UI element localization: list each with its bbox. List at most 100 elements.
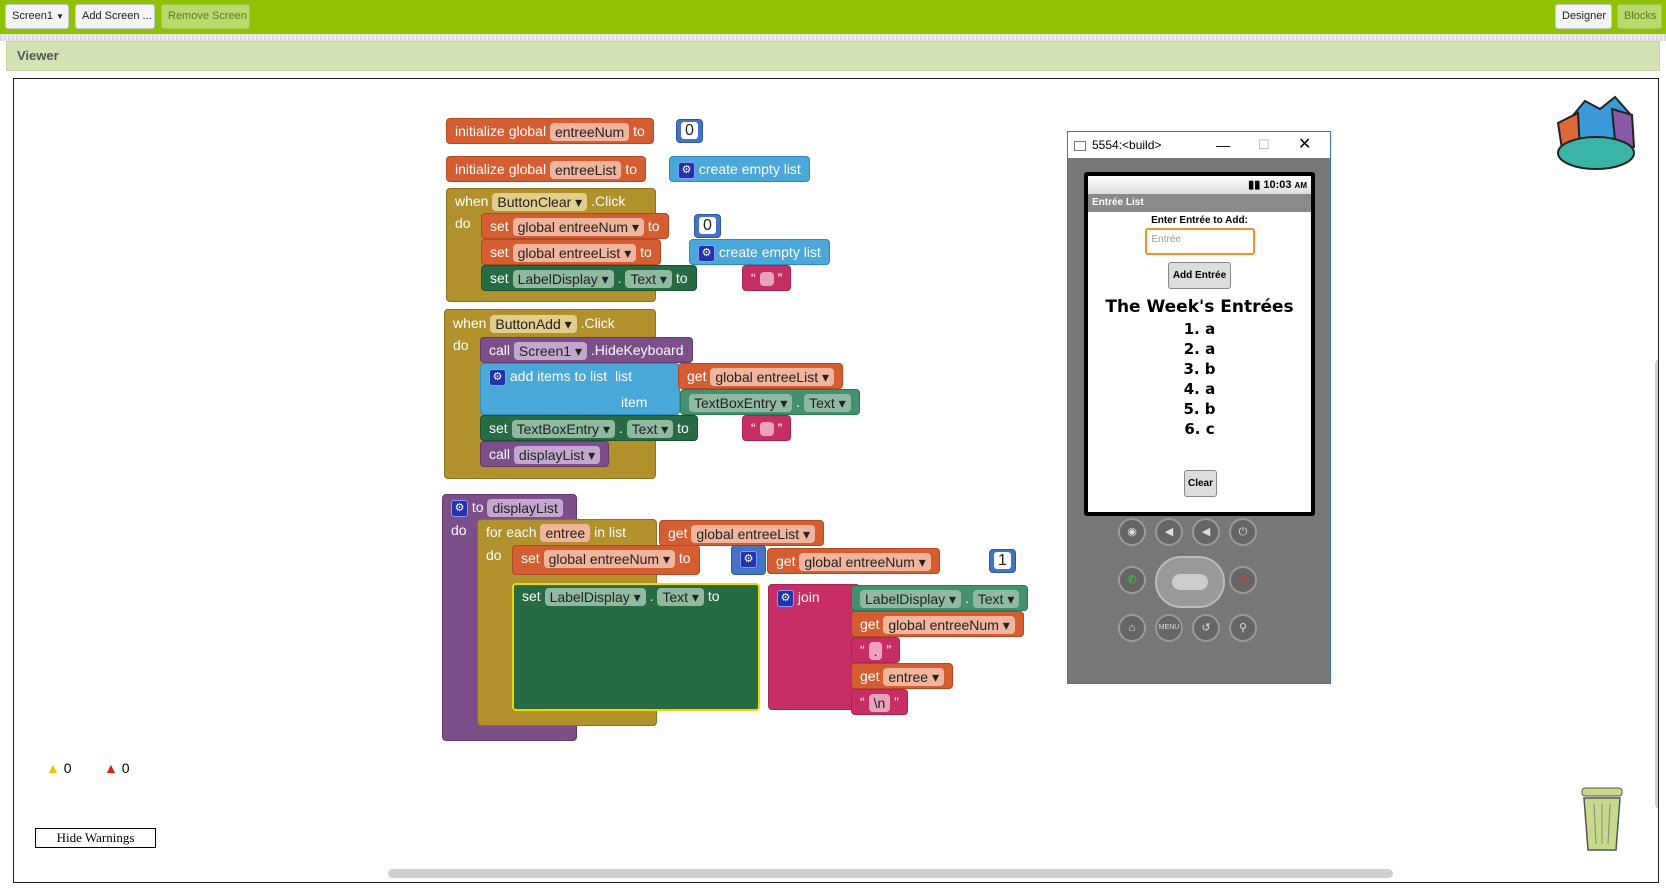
text-field[interactable]: \n <box>868 694 891 713</box>
text-field[interactable]: . <box>868 642 883 661</box>
designer-button[interactable]: Designer <box>1555 4 1612 29</box>
set-global-entreenum-block[interactable]: set global entreeNum ▾ to <box>512 545 700 575</box>
property-dropdown[interactable]: Text ▾ <box>657 588 704 607</box>
variable-dropdown[interactable]: global entreeList ▾ <box>691 525 816 544</box>
property-dropdown[interactable]: Text ▾ <box>804 394 851 413</box>
dot-text-block[interactable]: “ . ” <box>851 637 901 663</box>
property-dropdown[interactable]: Text ▾ <box>972 590 1020 609</box>
back-icon[interactable]: ↺ <box>1192 614 1220 642</box>
component-dropdown[interactable]: LabelDisplay ▾ <box>860 590 962 609</box>
init-global-entreenum-block[interactable]: initialize global entreeNum to <box>446 118 654 144</box>
search-icon[interactable]: ⚲ <box>1229 614 1257 642</box>
call-displaylist-block[interactable]: call displayList ▾ <box>480 441 610 467</box>
gear-icon[interactable]: ⚙ <box>451 499 468 517</box>
get-global-entreelist-block[interactable]: get global entreeList ▾ <box>659 520 825 546</box>
procedure-name-field[interactable]: displayList <box>487 499 563 518</box>
dpad-center[interactable] <box>1172 574 1208 590</box>
join-block[interactable]: ⚙ join <box>768 584 860 710</box>
list-heading: The Week's Entrées <box>1105 297 1294 317</box>
set-labeldisplay-text-block[interactable]: set LabelDisplay ▾ . Text ▾ to <box>481 265 697 291</box>
labeldisplay-text-getter-block[interactable]: LabelDisplay ▾ . Text ▾ <box>851 585 1029 611</box>
blocks-workspace[interactable]: initialize global entreeNum to 0 initial… <box>13 78 1659 883</box>
remove-screen-button[interactable]: Remove Screen <box>161 4 250 29</box>
backpack-icon[interactable] <box>1550 89 1642 175</box>
dpad[interactable] <box>1155 556 1225 608</box>
hide-warnings-button[interactable]: Hide Warnings <box>35 828 156 848</box>
entree-list-item: 6. c <box>1184 420 1215 438</box>
blocks-button[interactable]: Blocks <box>1617 4 1662 29</box>
textboxentry-text-getter-block[interactable]: TextBoxEntry ▾ . Text ▾ <box>680 389 860 415</box>
init-global-entreelist-block[interactable]: initialize global entreeList to <box>446 156 647 182</box>
get-global-entreenum-block[interactable]: get global entreeNum ▾ <box>851 611 1024 637</box>
variable-dropdown[interactable]: global entreeNum ▾ <box>799 553 931 572</box>
gear-icon[interactable]: ⚙ <box>698 244 715 262</box>
number-field[interactable]: 1 <box>994 552 1011 570</box>
get-global-entreelist-block[interactable]: get global entreeList ▾ <box>678 363 844 389</box>
variable-dropdown[interactable]: global entreeNum ▾ <box>543 550 676 569</box>
gear-icon[interactable]: ⚙ <box>678 161 695 179</box>
gear-icon[interactable]: ⚙ <box>740 550 757 568</box>
number-block[interactable]: 0 <box>694 214 721 238</box>
number-block[interactable]: 0 <box>676 119 703 143</box>
component-dropdown[interactable]: TextBoxEntry ▾ <box>689 394 793 413</box>
call-icon[interactable]: ✆ <box>1118 566 1146 594</box>
math-add-block[interactable]: ⚙ <box>731 545 766 575</box>
property-dropdown[interactable]: Text ▾ <box>626 420 674 439</box>
empty-text-block[interactable]: “ ” <box>742 265 792 291</box>
get-entree-block[interactable]: get entree ▾ <box>851 663 953 689</box>
variable-dropdown[interactable]: global entreeNum ▾ <box>883 616 1015 635</box>
component-dropdown[interactable]: LabelDisplay ▾ <box>544 588 646 607</box>
gear-icon[interactable]: ⚙ <box>489 368 506 386</box>
variable-dropdown[interactable]: global entreeList ▾ <box>710 368 835 387</box>
number-block[interactable]: 1 <box>989 549 1016 573</box>
component-dropdown[interactable]: LabelDisplay ▾ <box>512 270 614 289</box>
text-field[interactable] <box>759 272 774 287</box>
close-icon[interactable]: ✕ <box>1298 132 1311 158</box>
property-dropdown[interactable]: Text ▾ <box>625 270 672 289</box>
horizontal-scrollbar[interactable] <box>388 869 1393 878</box>
set-labeldisplay-text-block[interactable]: set LabelDisplay ▾ . Text ▾ to <box>512 583 760 711</box>
variable-dropdown[interactable]: entree ▾ <box>883 668 944 687</box>
empty-text-block[interactable]: “ ” <box>742 415 792 441</box>
newline-text-block[interactable]: “ \n ” <box>851 689 908 715</box>
variable-name-field[interactable]: entreeNum <box>549 123 630 142</box>
set-textboxentry-text-block[interactable]: set TextBoxEntry ▾ . Text ▾ to <box>480 415 698 441</box>
number-field[interactable]: 0 <box>681 122 698 140</box>
volume-up-icon[interactable]: ◀ <box>1192 518 1220 546</box>
create-empty-list-block[interactable]: ⚙ create empty list <box>689 239 830 265</box>
variable-dropdown[interactable]: global entreeNum ▾ <box>512 218 645 237</box>
get-global-entreenum-block[interactable]: get global entreeNum ▾ <box>767 548 940 574</box>
loop-variable-field[interactable]: entree <box>540 524 591 543</box>
component-dropdown[interactable]: ButtonClear ▾ <box>492 193 588 212</box>
error-count: 0 <box>121 760 130 776</box>
end-call-icon[interactable]: ✆ <box>1229 566 1257 594</box>
variable-dropdown[interactable]: global entreeList ▾ <box>512 244 637 263</box>
maximize-icon[interactable]: ☐ <box>1258 132 1270 158</box>
camera-icon[interactable]: ◉ <box>1118 518 1146 546</box>
set-global-entreenum-block[interactable]: set global entreeNum ▾ to <box>481 213 669 239</box>
gear-icon[interactable]: ⚙ <box>777 589 794 607</box>
volume-down-icon[interactable]: ◀ <box>1155 518 1183 546</box>
home-icon[interactable]: ⌂ <box>1118 614 1146 642</box>
create-empty-list-block[interactable]: ⚙ create empty list <box>669 156 810 182</box>
component-dropdown[interactable]: ButtonAdd ▾ <box>490 315 577 334</box>
variable-name-field[interactable]: entreeList <box>549 161 622 180</box>
menu-button[interactable]: MENU <box>1155 614 1183 642</box>
component-dropdown[interactable]: TextBoxEntry ▾ <box>511 420 615 439</box>
component-dropdown[interactable]: Screen1 ▾ <box>513 342 587 361</box>
minimize-icon[interactable]: — <box>1216 132 1230 158</box>
power-icon[interactable]: ⏻ <box>1229 518 1257 546</box>
entree-input[interactable]: Entrée <box>1144 228 1255 255</box>
add-screen-button[interactable]: Add Screen ... <box>75 4 155 29</box>
set-global-entreelist-block[interactable]: set global entreeList ▾ to <box>481 239 661 265</box>
clear-button[interactable]: Clear <box>1184 470 1217 497</box>
procedure-dropdown[interactable]: displayList ▾ <box>513 446 601 465</box>
add-entree-button[interactable]: Add Entrée <box>1168 262 1231 289</box>
call-hidekeyboard-block[interactable]: call Screen1 ▾ .HideKeyboard <box>480 337 693 363</box>
add-items-to-list-block[interactable]: ⚙ add items to list list item <box>480 363 680 415</box>
number-field[interactable]: 0 <box>699 217 716 235</box>
screen-select[interactable]: Screen1 ▼ <box>5 4 69 29</box>
trash-icon[interactable] <box>1574 784 1630 854</box>
text-field[interactable] <box>759 422 774 437</box>
vertical-scrollbar[interactable] <box>1655 359 1658 809</box>
